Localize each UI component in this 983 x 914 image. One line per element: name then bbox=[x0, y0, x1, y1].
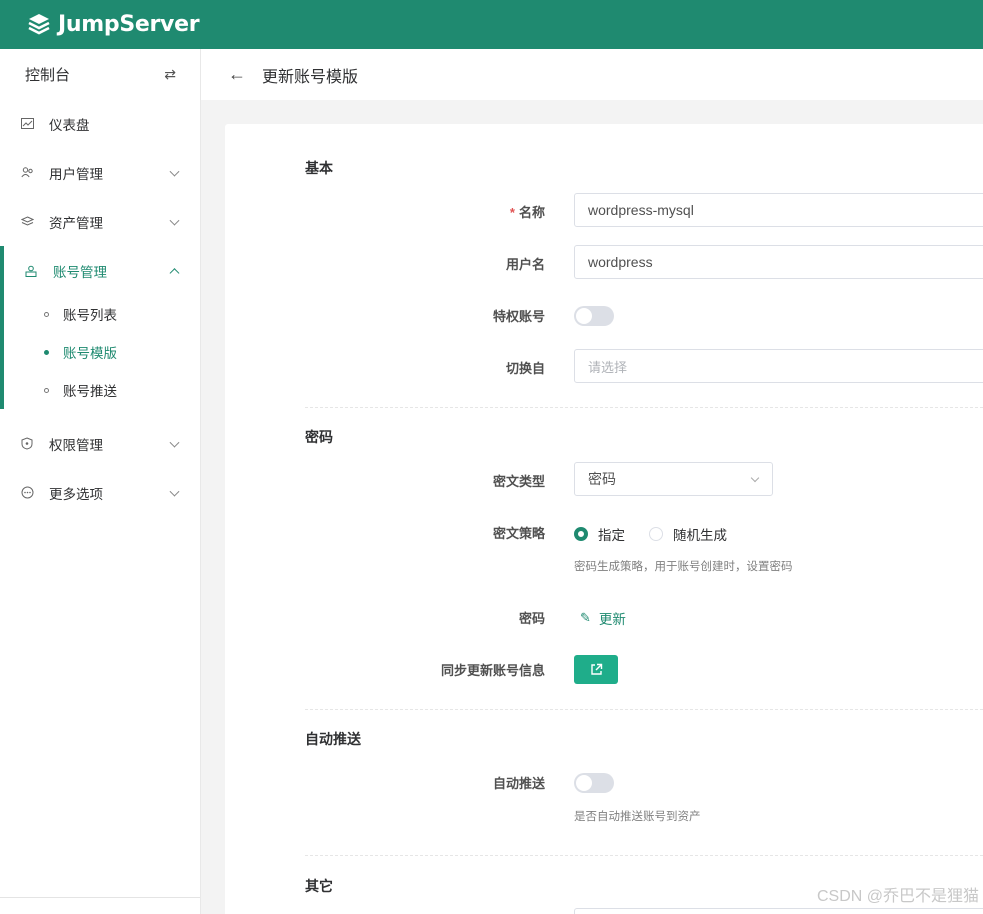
section-divider bbox=[305, 855, 983, 856]
chevron-down-icon bbox=[169, 215, 180, 226]
sidebar-item-assets[interactable]: 资产管理 bbox=[0, 197, 200, 246]
top-bar: JumpServer bbox=[0, 0, 983, 49]
more-icon bbox=[20, 486, 34, 500]
auto-push-toggle[interactable] bbox=[574, 773, 614, 793]
section-title-secret: 密码 bbox=[305, 429, 333, 445]
secret-strategy-radio-group: 指定 随机生成 bbox=[574, 524, 751, 544]
sidebar-item-label: 权限管理 bbox=[49, 437, 103, 453]
password-update-text: 更新 bbox=[598, 612, 626, 627]
sidebar-item-accounts[interactable]: 账号管理 bbox=[4, 246, 200, 295]
required-marker: * bbox=[509, 205, 515, 220]
sidebar-subitem-account-template[interactable]: 账号模版 bbox=[4, 333, 200, 371]
chevron-down-icon bbox=[169, 166, 180, 177]
su-from-label: 切换自 bbox=[505, 361, 545, 376]
sidebar-item-label: 账号管理 bbox=[53, 264, 107, 280]
watermark: CSDN @乔巴不是狸猫 bbox=[816, 888, 979, 905]
dashboard-icon bbox=[20, 117, 34, 131]
radio-random[interactable] bbox=[649, 527, 663, 541]
auto-push-label: 自动推送 bbox=[492, 776, 545, 791]
sidebar-item-label: 仪表盘 bbox=[49, 117, 90, 133]
toggle-knob bbox=[576, 775, 592, 791]
sidebar-item-label: 资产管理 bbox=[49, 215, 103, 231]
section-title-auto-push: 自动推送 bbox=[305, 731, 361, 747]
jumpserver-logo-icon bbox=[28, 13, 50, 34]
sidebar-item-more[interactable]: 更多选项 bbox=[0, 468, 200, 517]
sidebar: 控制台 ⇄ 仪表盘 用户管理 资产管理 账号管理 账号列表 账号模版 账号推送 … bbox=[0, 49, 201, 914]
su-from-select[interactable]: 请选择 bbox=[574, 349, 983, 383]
auto-push-help: 是否自动推送账号到资产 bbox=[574, 811, 701, 823]
bullet-icon bbox=[44, 311, 49, 317]
bullet-icon bbox=[44, 387, 49, 393]
toggle-knob bbox=[576, 308, 592, 324]
chevron-up-icon bbox=[169, 267, 180, 278]
name-label: * 名称 bbox=[509, 205, 545, 220]
chevron-down-icon bbox=[169, 437, 180, 448]
privileged-toggle[interactable] bbox=[574, 306, 614, 326]
back-arrow-icon[interactable]: ← bbox=[228, 64, 246, 85]
username-label: 用户名 bbox=[505, 257, 545, 272]
sidebar-item-permissions[interactable]: 权限管理 bbox=[0, 419, 200, 468]
section-divider bbox=[305, 407, 983, 408]
name-input[interactable]: wordpress-mysql bbox=[574, 193, 983, 227]
other-field-input[interactable] bbox=[574, 908, 983, 914]
chevron-down-icon bbox=[750, 473, 760, 483]
page-title: 更新账号模版 bbox=[262, 68, 359, 86]
radio-label-random[interactable]: 随机生成 bbox=[673, 524, 727, 544]
logo[interactable]: JumpServer bbox=[26, 12, 200, 38]
page-header: ← 更新账号模版 bbox=[201, 49, 983, 100]
sync-account-button[interactable] bbox=[574, 655, 618, 684]
external-link-icon bbox=[590, 663, 602, 675]
sidebar-subitem-account-push[interactable]: 账号推送 bbox=[4, 371, 200, 409]
section-title-other: 其它 bbox=[305, 878, 333, 894]
secret-type-label: 密文类型 bbox=[492, 474, 545, 489]
sidebar-item-users[interactable]: 用户管理 bbox=[0, 148, 200, 197]
password-update-link[interactable]: ✎ 更新 bbox=[580, 608, 626, 628]
sidebar-item-label: 更多选项 bbox=[49, 486, 103, 502]
sidebar-title: 控制台 bbox=[25, 66, 71, 84]
swap-view-icon[interactable]: ⇄ bbox=[164, 66, 176, 83]
chevron-down-icon bbox=[169, 486, 180, 497]
account-icon bbox=[24, 264, 38, 278]
secret-strategy-label: 密文策略 bbox=[492, 526, 545, 541]
secret-strategy-help: 密码生成策略，用于账号创建时，设置密码 bbox=[574, 561, 793, 573]
section-title-basic: 基本 bbox=[305, 160, 333, 176]
secret-type-value: 密码 bbox=[588, 471, 616, 487]
secret-type-select[interactable]: 密码 bbox=[574, 462, 773, 496]
sidebar-subitem-label: 账号推送 bbox=[63, 384, 117, 399]
brand-name: JumpServer bbox=[58, 12, 200, 37]
radio-label-specify[interactable]: 指定 bbox=[598, 524, 625, 544]
username-input[interactable]: wordpress bbox=[574, 245, 983, 279]
users-icon bbox=[20, 166, 34, 180]
shield-icon bbox=[20, 437, 34, 451]
bullet-icon bbox=[44, 349, 49, 355]
password-label: 密码 bbox=[518, 611, 545, 626]
sync-account-label: 同步更新账号信息 bbox=[440, 663, 545, 678]
radio-specify[interactable] bbox=[574, 527, 588, 541]
sidebar-item-label: 用户管理 bbox=[49, 166, 103, 182]
form-card: 基本 * 名称 wordpress-mysql 用户名 wordpress 特权账… bbox=[225, 124, 983, 914]
edit-pen-icon: ✎ bbox=[580, 610, 591, 625]
privileged-label: 特权账号 bbox=[492, 309, 545, 324]
section-divider bbox=[305, 709, 983, 710]
sidebar-item-dashboard[interactable]: 仪表盘 bbox=[0, 99, 200, 148]
sidebar-footer-divider bbox=[0, 897, 200, 898]
sidebar-header: 控制台 ⇄ bbox=[0, 49, 200, 99]
sidebar-group-accounts: 账号管理 账号列表 账号模版 账号推送 bbox=[0, 246, 200, 409]
sidebar-subitem-account-list[interactable]: 账号列表 bbox=[4, 295, 200, 333]
sidebar-subitem-label: 账号模版 bbox=[63, 346, 117, 361]
layers-icon bbox=[20, 215, 34, 229]
sidebar-subitem-label: 账号列表 bbox=[63, 308, 117, 323]
